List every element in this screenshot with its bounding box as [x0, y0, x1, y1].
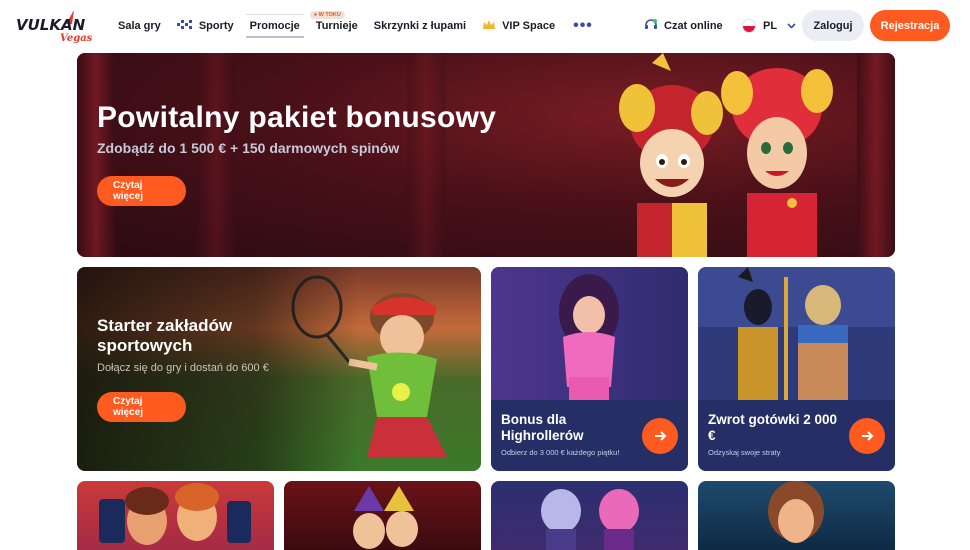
nav-item-promocje[interactable]: Promocje [242, 0, 308, 52]
logo-sub-text: Vegas [60, 33, 93, 44]
card-info-panel: Zwrot gotówki 2 000 € Odzyskaj swoje str… [698, 400, 895, 471]
chat-online-button[interactable]: Czat online [644, 0, 723, 52]
arrow-right-icon [655, 431, 667, 441]
jester-characters-illustration [353, 486, 418, 549]
card-title: Bonus dla Highrollerów [501, 412, 584, 443]
arrow-right-icon [862, 431, 874, 441]
crown-icon [482, 19, 496, 34]
egyptian-gods-illustration [698, 267, 895, 400]
mobile-players-illustration [99, 483, 251, 545]
nav-item-label: Sala gry [118, 20, 161, 32]
language-selector[interactable]: PL [742, 0, 796, 52]
nav-item-vip-space[interactable]: VIP Space [474, 0, 563, 52]
nav-item-label: Turnieje [315, 20, 358, 32]
football-icon [176, 19, 193, 34]
arrow-right-button[interactable] [849, 418, 885, 454]
card-title: Starter zakładów sportowych [97, 316, 233, 355]
woman-character-illustration [768, 481, 824, 543]
highroller-illustration [491, 267, 688, 400]
jesters-illustration [619, 53, 833, 257]
nav-item-label: Skrzynki z łupami [373, 20, 467, 32]
sports-starter-promo-card[interactable]: Starter zakładów sportowych Dołącz się d… [77, 267, 481, 471]
logo-text: VULKAN [16, 16, 86, 34]
chevron-down-icon [787, 21, 796, 31]
card-title: Zwrot gotówki 2 000 € [708, 412, 838, 443]
read-more-button[interactable]: Czytaj więcej [97, 392, 186, 422]
banner-subtitle: Zdobądź do 1 500 € + 150 darmowych spinó… [97, 140, 400, 156]
read-more-button[interactable]: Czytaj więcej [97, 176, 186, 206]
nav-item-turnieje[interactable]: ● W TOKU Turnieje [308, 0, 366, 52]
cashback-promo-card[interactable]: Zwrot gotówki 2 000 € Odzyskaj swoje str… [698, 267, 895, 471]
card-description: Odzyskaj swoje straty [708, 448, 781, 457]
card-info-panel: Bonus dla Highrollerów Odbierz do 3 000 … [491, 400, 688, 471]
nav-item-skrzynki[interactable]: Skrzynki z łupami [366, 0, 474, 52]
chat-icon [644, 18, 664, 35]
login-button[interactable]: Zaloguj [802, 10, 864, 41]
card-description: Odbierz do 3 000 € każdego piątku! [501, 448, 620, 457]
chat-label: Czat online [664, 20, 723, 32]
highroller-bonus-card[interactable]: Bonus dla Highrollerów Odbierz do 3 000 … [491, 267, 688, 471]
promo-card-mobile[interactable] [77, 481, 274, 550]
more-menu-button[interactable]: ••• [563, 0, 603, 52]
vulkan-vegas-logo[interactable]: VULKAN Vegas [16, 8, 94, 44]
poland-flag-icon [742, 19, 756, 33]
live-badge: ● W TOKU [309, 11, 345, 19]
arrow-right-button[interactable] [642, 418, 678, 454]
promo-card-jesters[interactable] [284, 481, 481, 550]
nav-item-sporty[interactable]: Sporty [169, 0, 242, 52]
language-label: PL [763, 20, 778, 32]
banner-title: Powitalny pakiet bonusowy [97, 101, 497, 134]
top-header: VULKAN Vegas Sala gry Sporty Promocje ● … [0, 0, 970, 52]
nav-item-sala-gry[interactable]: Sala gry [110, 0, 169, 52]
welcome-bonus-banner[interactable]: Powitalny pakiet bonusowy Zdobądź do 1 5… [77, 53, 895, 257]
promo-card-character[interactable] [698, 481, 895, 550]
promo-card-anime-heroes[interactable] [491, 481, 688, 550]
nav-item-label: Sporty [198, 20, 234, 32]
main-nav: Sala gry Sporty Promocje ● W TOKU Turnie… [110, 0, 603, 52]
card-description: Dołącz się do gry i dostań do 600 € [97, 362, 269, 374]
nav-item-label: Promocje [249, 20, 300, 32]
curtain-decoration [407, 53, 445, 257]
nav-item-label: VIP Space [502, 20, 556, 32]
register-button[interactable]: Rejestracja [870, 10, 950, 41]
anime-heroes-illustration [541, 489, 639, 550]
